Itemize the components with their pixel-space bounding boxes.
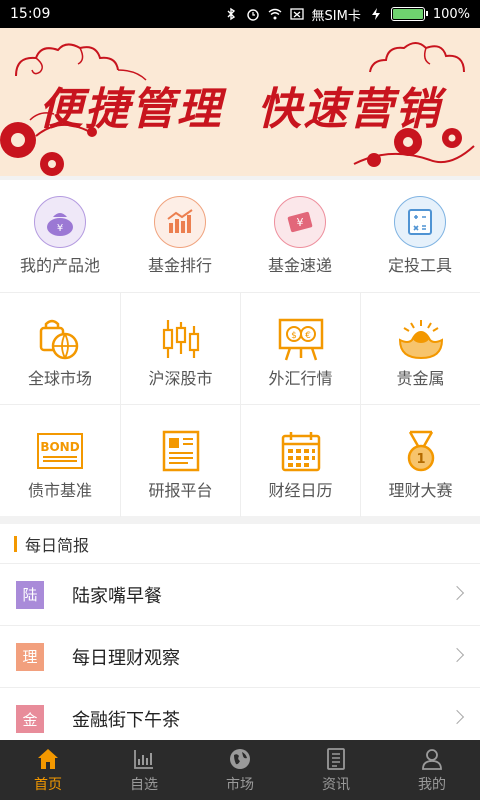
chart-icon — [134, 749, 153, 769]
grid-label: 理财大赛 — [388, 481, 453, 500]
chevron-right-icon — [449, 709, 465, 725]
grid-item-precious-metals[interactable]: 贵金属 — [360, 293, 480, 405]
grid-item-bond-benchmark[interactable]: BOND 债市基准 — [0, 405, 120, 517]
grid-label: 研报平台 — [148, 481, 213, 500]
fund-express-icon: ¥ — [274, 196, 326, 248]
brief-label: 金融街下午茶 — [72, 710, 180, 731]
medal-number: 1 — [416, 452, 425, 467]
nav-profile[interactable]: 我的 — [384, 740, 480, 800]
grid-label: 贵金属 — [396, 369, 445, 388]
grid-item-global-market[interactable]: 全球市场 — [0, 293, 120, 405]
bond-icon: BOND — [34, 425, 86, 477]
bottom-nav: 首页 自选 市场 资讯 我的 — [0, 740, 480, 800]
nav-home[interactable]: 首页 — [0, 740, 96, 800]
banner-title: 便捷管理 快速营销 — [38, 84, 442, 135]
section-accent-bar — [14, 535, 17, 552]
candlestick-icon — [155, 313, 207, 365]
brief-badge: 陆 — [16, 580, 44, 609]
bluetooth-icon — [227, 7, 235, 21]
grid-item-a-share[interactable]: 沪深股市 — [120, 293, 240, 405]
nav-label: 市场 — [226, 776, 254, 793]
svg-text:¥: ¥ — [57, 223, 63, 234]
grid-item-product-pool[interactable]: ¥ 我的产品池 — [0, 180, 120, 292]
grid-label: 外汇行情 — [268, 369, 333, 388]
chevron-right-icon — [449, 647, 465, 663]
research-report-icon — [155, 425, 207, 477]
grid-label: 债市基准 — [27, 481, 92, 500]
carrier-label: 無SIM卡 — [311, 8, 361, 24]
grid-item-fund-ranking[interactable]: 基金排行 — [120, 180, 240, 292]
no-sim-icon — [289, 8, 304, 20]
brief-item-lujiazui[interactable]: 陆 陆家嘴早餐 — [0, 564, 480, 626]
calendar-icon — [275, 425, 327, 477]
nav-watchlist[interactable]: 自选 — [96, 740, 192, 800]
status-icons: 無SIM卡 100% — [224, 5, 470, 24]
news-icon — [327, 747, 345, 770]
brief-badge: 理 — [16, 642, 44, 671]
svg-text:€: € — [305, 331, 311, 341]
charging-icon — [371, 8, 380, 20]
grid-item-finance-calendar[interactable]: 财经日历 — [240, 405, 360, 517]
grid-label: 定投工具 — [387, 256, 452, 275]
grid-row-2: 全球市场 沪深股市 $ € 外汇行情 贵金属 — [0, 292, 480, 405]
status-bar: 15:09 無SIM卡 100% — [0, 0, 480, 28]
grid-item-sip-tool[interactable]: 定投工具 — [360, 180, 480, 292]
grid-item-forex[interactable]: $ € 外汇行情 — [240, 293, 360, 405]
product-pool-icon: ¥ — [34, 196, 86, 248]
grid-item-research-reports[interactable]: 研报平台 — [120, 405, 240, 517]
nav-market[interactable]: 市场 — [192, 740, 288, 800]
grid-label: 全球市场 — [27, 369, 92, 388]
medal-icon: 1 — [395, 425, 447, 477]
fund-ranking-icon — [154, 196, 206, 248]
nav-label: 首页 — [34, 776, 62, 793]
svg-text:$: $ — [291, 331, 297, 341]
grid-label: 沪深股市 — [148, 369, 213, 388]
daily-brief-section: 每日简报 陆 陆家嘴早餐 理 每日理财观察 金 金融街下午茶 — [0, 524, 480, 740]
daily-brief-header: 每日简报 — [0, 524, 480, 564]
grid-row-1: ¥ 我的产品池 基金排行 ¥ 基金速递 定投工具 — [0, 180, 480, 292]
daily-brief-title: 每日简报 — [25, 535, 90, 555]
bond-icon-text: BOND — [40, 440, 80, 454]
grid-label: 财经日历 — [268, 481, 333, 500]
gold-ingot-icon — [395, 313, 447, 365]
brief-label: 每日理财观察 — [72, 647, 180, 669]
grid-label: 我的产品池 — [19, 256, 100, 275]
nav-label: 自选 — [130, 776, 158, 793]
grid-label: 基金速递 — [267, 256, 332, 275]
battery-level — [392, 9, 423, 19]
wifi-icon — [268, 8, 281, 20]
nav-news[interactable]: 资讯 — [288, 740, 384, 800]
battery-icon — [390, 7, 428, 21]
nav-label: 资讯 — [322, 776, 350, 793]
grid-label: 基金排行 — [147, 256, 212, 275]
nav-label: 我的 — [418, 776, 446, 793]
profile-icon — [422, 748, 442, 770]
home-icon — [38, 748, 58, 769]
forex-icon: $ € — [275, 313, 327, 365]
globe-icon — [34, 313, 86, 365]
alarm-icon — [246, 9, 259, 21]
brief-item-daily-observation[interactable]: 理 每日理财观察 — [0, 626, 480, 688]
quick-access-grid: ¥ 我的产品池 基金排行 ¥ 基金速递 定投工具 全球市场 沪深股市 $ € 外… — [0, 180, 480, 517]
grid-item-finance-contest[interactable]: 1 理财大赛 — [360, 405, 480, 517]
brief-label: 陆家嘴早餐 — [72, 585, 162, 607]
status-time: 15:09 — [10, 6, 51, 22]
grid-item-fund-express[interactable]: ¥ 基金速递 — [240, 180, 360, 292]
globe-icon — [230, 748, 250, 769]
svg-text:¥: ¥ — [297, 216, 304, 229]
brief-badge: 金 — [16, 705, 44, 733]
battery-percent: 100% — [432, 6, 470, 22]
calculator-icon — [394, 196, 446, 248]
grid-row-3: BOND 债市基准 研报平台 财经日历 1 理财大赛 — [0, 404, 480, 517]
promo-banner[interactable]: 便捷管理 快速营销 — [0, 28, 480, 176]
chevron-right-icon — [449, 585, 465, 601]
